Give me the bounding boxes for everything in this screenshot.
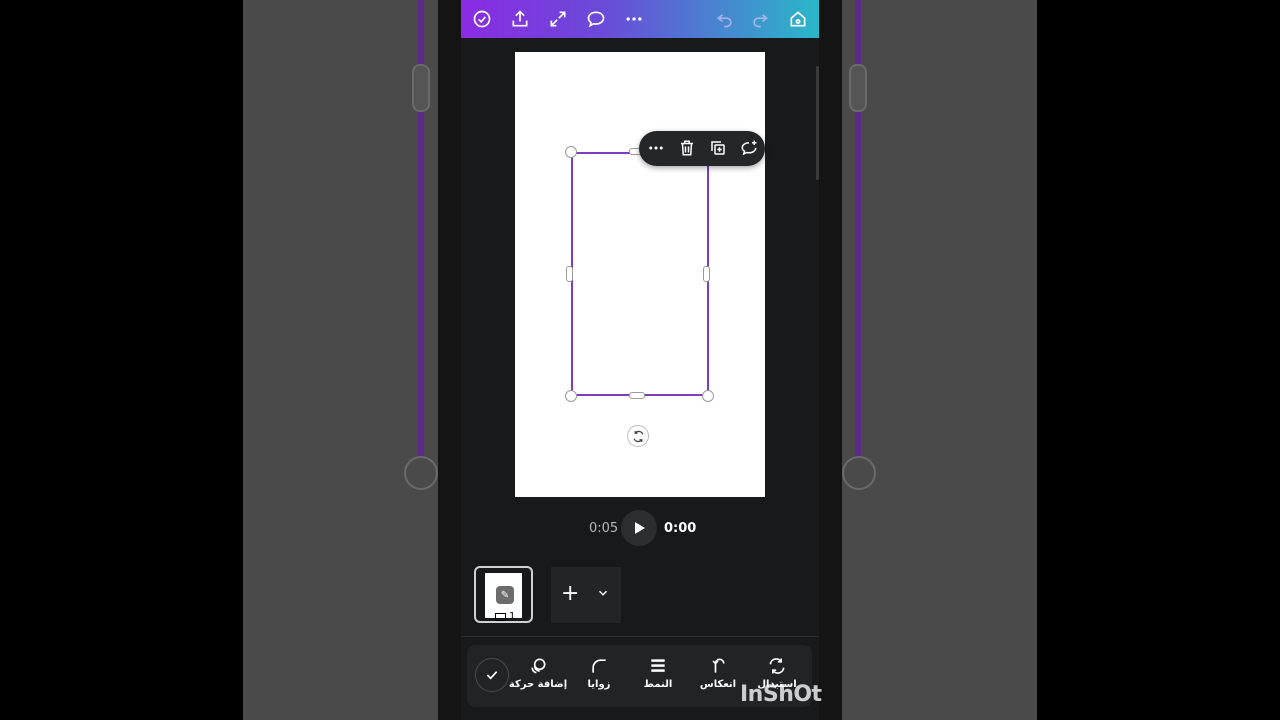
animate-tool[interactable]: إضافة حركة — [507, 653, 569, 703]
edit-pencil-icon: ✎ — [496, 586, 514, 604]
page-number-row: 1 — [495, 611, 515, 622]
element-context-menu — [639, 131, 765, 166]
blurred-background-left — [243, 0, 438, 720]
flip-icon — [687, 653, 749, 679]
rotate-icon — [633, 430, 643, 442]
redo-icon[interactable] — [747, 6, 773, 32]
letterbox-right — [1037, 0, 1280, 720]
page-preview: ✎ 1 — [485, 573, 522, 622]
page-number: 1 — [509, 611, 516, 622]
tool-label: النمط — [643, 679, 673, 690]
share-icon[interactable] — [507, 6, 533, 32]
corners-tool[interactable]: زوايا — [568, 653, 630, 703]
home-icon[interactable] — [785, 6, 811, 32]
rotate-handle[interactable] — [627, 425, 649, 447]
canva-editor: 0:05 0:00 ✎ 1 + إضافة حركة زوايا النمط ا… — [461, 0, 819, 720]
duplicate-icon[interactable] — [706, 136, 730, 160]
play-icon — [635, 522, 645, 534]
trash-icon[interactable] — [675, 136, 699, 160]
more-icon[interactable] — [644, 136, 668, 160]
undo-icon[interactable] — [712, 6, 738, 32]
resize-handle-top-left[interactable] — [565, 146, 577, 158]
check-circle-icon[interactable] — [469, 6, 495, 32]
style-tool[interactable]: النمط — [627, 653, 689, 703]
tool-label: إضافة حركة — [508, 679, 568, 690]
chevron-down-icon[interactable] — [596, 585, 610, 604]
resize-handle-bottom-left[interactable] — [565, 390, 577, 402]
screen: 0:05 0:00 ✎ 1 + إضافة حركة زوايا النمط ا… — [0, 0, 1280, 720]
resize-handle-bottom-right[interactable] — [702, 390, 714, 402]
check-icon — [486, 671, 498, 680]
resize-handle-left[interactable] — [566, 266, 573, 282]
inshot-watermark: InShOt — [740, 682, 822, 707]
tool-label: زوايا — [587, 679, 611, 690]
selected-frame-element[interactable] — [571, 152, 709, 396]
video-page-icon — [495, 612, 506, 621]
vertical-scrollbar[interactable] — [816, 66, 819, 180]
comment-icon[interactable] — [583, 6, 609, 32]
phone-frame: 0:05 0:00 ✎ 1 + إضافة حركة زوايا النمط ا… — [438, 0, 842, 720]
page-thumbnail[interactable]: ✎ 1 — [474, 566, 533, 623]
blur-circle — [842, 456, 876, 490]
blur-circle — [404, 456, 438, 490]
play-button[interactable] — [621, 510, 657, 546]
letterbox-left — [0, 0, 243, 720]
current-time-label: 0:00 — [664, 521, 697, 536]
duration-label: 0:05 — [589, 521, 619, 536]
more-icon[interactable] — [621, 6, 647, 32]
done-button[interactable] — [475, 658, 509, 692]
replace-icon — [746, 653, 808, 679]
plus-icon: + — [561, 581, 580, 606]
blurred-background-right — [842, 0, 1037, 720]
playback-controls: 0:05 0:00 — [461, 510, 819, 546]
animate-icon — [507, 653, 569, 679]
add-page-button[interactable]: + — [551, 567, 621, 623]
fullscreen-icon[interactable] — [545, 6, 571, 32]
style-lines-icon — [627, 653, 689, 679]
divider — [461, 636, 819, 637]
corner-icon — [568, 653, 630, 679]
top-toolbar — [461, 0, 819, 38]
resize-handle-right[interactable] — [703, 266, 710, 282]
blur-knob — [412, 64, 430, 112]
comment-add-icon[interactable] — [737, 136, 761, 160]
resize-handle-bottom[interactable] — [629, 392, 645, 399]
blur-knob — [849, 64, 867, 112]
